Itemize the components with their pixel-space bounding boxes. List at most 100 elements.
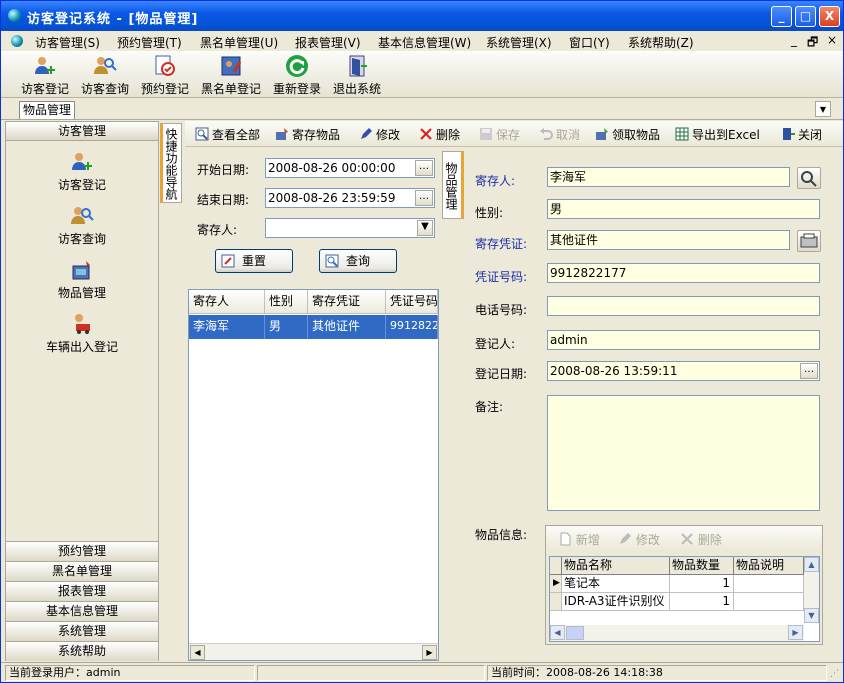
- menu-basic-info[interactable]: 基本信息管理(W): [378, 34, 471, 51]
- items-vertical-scrollbar[interactable]: ▲ ▼: [804, 557, 819, 623]
- goods-vertical-tab[interactable]: 物品管理: [442, 151, 464, 219]
- view-all-button[interactable]: 查看全部: [195, 126, 260, 143]
- quick-nav-tab[interactable]: 快捷功能导航: [160, 123, 182, 203]
- close-window-button[interactable]: X: [819, 6, 840, 27]
- nav-group-visitor[interactable]: 访客管理: [6, 122, 158, 141]
- sidebar-item-goods[interactable]: 物品管理: [6, 258, 158, 301]
- toolbar-relogin-button[interactable]: 重新登录: [273, 54, 321, 97]
- start-date-input[interactable]: 2008-08-26 00:00:00: [265, 158, 435, 178]
- scroll-right-button[interactable]: ▶: [788, 625, 803, 640]
- user-add-icon: [72, 153, 92, 170]
- action-toolbar: 查看全部 寄存物品 修改 删除 保存 取消 领取物品 导出到Excel 关闭: [185, 121, 843, 147]
- form-cert-no-input[interactable]: 9912822177: [547, 263, 820, 283]
- status-time: 当前时间：2008-08-26 14:18:38: [487, 665, 827, 681]
- start-date-label: 开始日期:: [197, 163, 250, 177]
- toolbar-appointment-button[interactable]: 预约登记: [141, 54, 189, 97]
- toolbar-blacklist-button[interactable]: 黑名单登记: [201, 54, 261, 97]
- resize-grip-icon[interactable]: ⋰: [830, 669, 839, 679]
- cancel-button[interactable]: 取消: [539, 126, 580, 143]
- menu-blacklist[interactable]: 黑名单管理(U): [200, 34, 278, 51]
- title-bar[interactable]: 访客登记系统 - [物品管理] _ □ X: [1, 1, 843, 31]
- nav-group-basic-info[interactable]: 基本信息管理: [6, 601, 158, 621]
- chevron-down-icon[interactable]: ▼: [417, 220, 433, 236]
- table-header-depositor[interactable]: 寄存人: [189, 290, 265, 314]
- table-cell: 笔记本: [562, 575, 670, 593]
- toolbar-exit-button[interactable]: 退出系统: [333, 54, 381, 97]
- close-panel-button[interactable]: 关闭: [781, 126, 822, 143]
- form-depositor-input[interactable]: 李海军: [547, 167, 790, 187]
- mdi-close-button[interactable]: ×: [827, 33, 837, 47]
- nav-group-system[interactable]: 系统管理: [6, 621, 158, 641]
- scroll-left-button[interactable]: ◀: [190, 645, 205, 660]
- scroll-up-button[interactable]: ▲: [804, 557, 819, 572]
- app-logo-icon: [8, 9, 21, 22]
- edit-button[interactable]: 修改: [359, 126, 400, 143]
- sidebar-item-vehicle[interactable]: 车辆出入登记: [6, 312, 158, 355]
- form-phone-label: 电话号码:: [475, 303, 528, 317]
- menu-window[interactable]: 窗口(Y): [569, 34, 610, 51]
- menu-help[interactable]: 系统帮助(Z): [628, 34, 694, 51]
- form-date-input[interactable]: 2008-08-26 13:59:11: [547, 361, 820, 381]
- depositor-select[interactable]: [265, 218, 435, 238]
- start-date-picker-button[interactable]: …: [415, 160, 433, 176]
- end-date-input[interactable]: 2008-08-26 23:59:59: [265, 188, 435, 208]
- item-add-button[interactable]: 新增: [558, 531, 600, 548]
- items-header-qty[interactable]: 物品数量: [670, 557, 734, 575]
- nav-group-blacklist[interactable]: 黑名单管理: [6, 561, 158, 581]
- form-remark-textarea[interactable]: [547, 395, 820, 511]
- deposit-goods-button[interactable]: 寄存物品: [275, 126, 340, 143]
- save-button[interactable]: 保存: [479, 126, 520, 143]
- read-card-button[interactable]: [797, 230, 821, 252]
- menu-reports[interactable]: 报表管理(V): [295, 34, 361, 51]
- toolbar-visitor-query-button[interactable]: 访客查询: [81, 54, 129, 97]
- nav-group-help[interactable]: 系统帮助: [6, 641, 158, 661]
- table-header-cert[interactable]: 寄存凭证: [308, 290, 386, 314]
- end-date-picker-button[interactable]: …: [415, 190, 433, 206]
- form-date-picker-button[interactable]: …: [800, 363, 818, 379]
- tab-goods-management[interactable]: 物品管理: [19, 101, 76, 119]
- end-date-label: 结束日期:: [197, 193, 250, 207]
- scroll-left-button[interactable]: ◀: [550, 625, 565, 640]
- scroll-right-button[interactable]: ▶: [422, 645, 437, 660]
- lookup-person-button[interactable]: [797, 167, 821, 189]
- items-header-desc[interactable]: 物品说明: [734, 557, 804, 575]
- reset-button[interactable]: 重置: [215, 249, 293, 273]
- row-selector: [550, 593, 562, 611]
- nav-group-appointment[interactable]: 预约管理: [6, 541, 158, 561]
- mdi-minimize-button[interactable]: _: [791, 33, 797, 47]
- delete-button[interactable]: 删除: [419, 126, 460, 143]
- toolbar-label: 退出系统: [333, 82, 382, 96]
- table-header-cert-no[interactable]: 凭证号码: [386, 290, 438, 314]
- items-header-name[interactable]: 物品名称: [562, 557, 670, 575]
- scroll-thumb[interactable]: [566, 626, 584, 640]
- table-cell: 其他证件: [308, 315, 386, 339]
- menu-appointment[interactable]: 预约管理(T): [117, 34, 182, 51]
- form-gender-input[interactable]: 男: [547, 199, 820, 219]
- query-button[interactable]: 查询: [319, 249, 397, 273]
- minimize-button[interactable]: _: [771, 6, 792, 27]
- form-registrar-input[interactable]: admin: [547, 330, 820, 350]
- menu-system[interactable]: 系统管理(X): [486, 34, 552, 51]
- search-panel: 开始日期: 2008-08-26 00:00:00 … 结束日期: 2008-0…: [187, 149, 439, 287]
- toolbar-label: 访客登记: [21, 82, 70, 96]
- items-horizontal-scrollbar[interactable]: ◀ ▶: [550, 625, 804, 641]
- table-horizontal-scrollbar[interactable]: ◀ ▶: [189, 643, 438, 660]
- item-add-label: 新增: [575, 533, 600, 547]
- tab-dropdown-button[interactable]: ▼: [815, 101, 831, 117]
- receive-goods-button[interactable]: 领取物品: [595, 126, 660, 143]
- sidebar-item-visitor-register[interactable]: 访客登记: [6, 150, 158, 193]
- item-edit-button[interactable]: 修改: [618, 531, 660, 548]
- item-delete-button[interactable]: 删除: [680, 531, 722, 548]
- export-excel-button[interactable]: 导出到Excel: [675, 126, 760, 143]
- sidebar-item-visitor-query[interactable]: 访客查询: [6, 204, 158, 247]
- nav-group-reports[interactable]: 报表管理: [6, 581, 158, 601]
- toolbar-visitor-register-button[interactable]: 访客登记: [21, 54, 69, 97]
- form-cert-label: 寄存凭证:: [475, 237, 528, 251]
- scroll-down-button[interactable]: ▼: [804, 608, 819, 623]
- status-user: 当前登录用户：admin: [5, 665, 255, 681]
- form-phone-input[interactable]: [547, 296, 820, 316]
- menu-visitor[interactable]: 访客管理(S): [35, 34, 100, 51]
- table-header-gender[interactable]: 性别: [265, 290, 308, 314]
- maximize-button[interactable]: □: [795, 6, 816, 27]
- form-cert-input[interactable]: 其他证件: [547, 230, 790, 250]
